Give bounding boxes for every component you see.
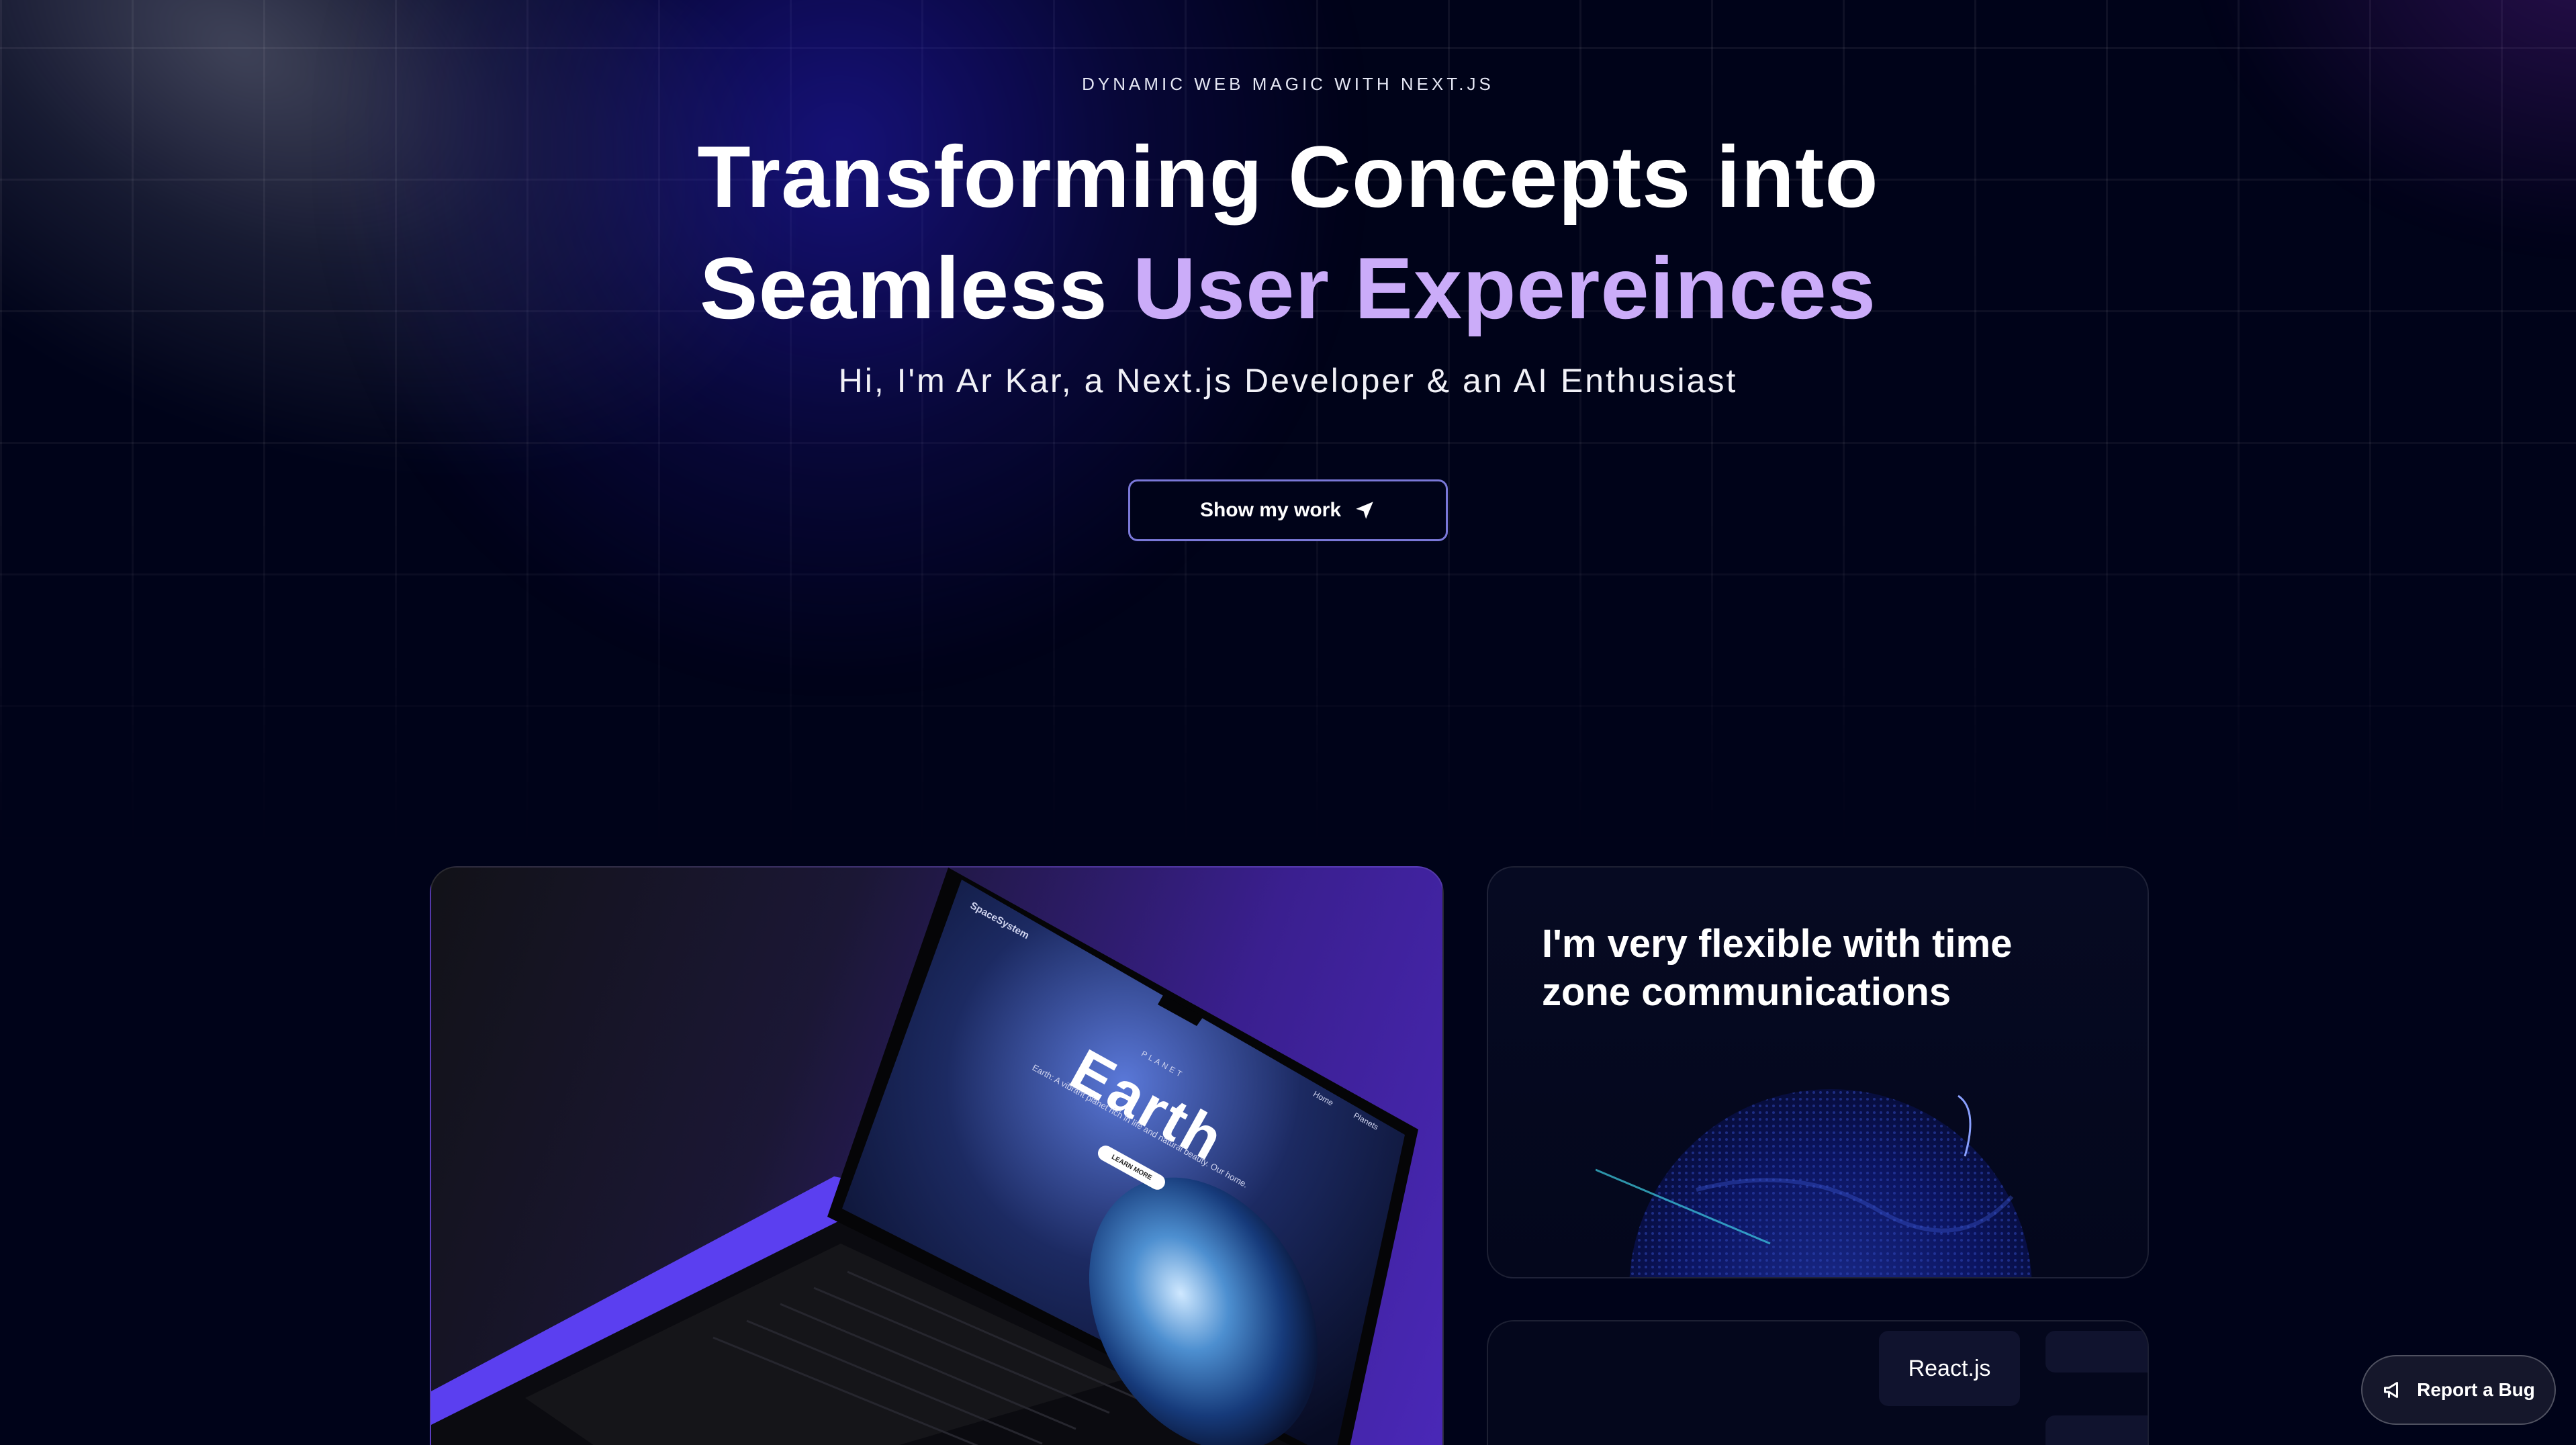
hero-eyebrow: DYNAMIC WEB MAGIC WITH NEXT.JS (1082, 74, 1494, 94)
cta-label: Show my work (1199, 499, 1342, 521)
megaphone-icon (2382, 1378, 2406, 1402)
project-laptop-card: SpaceSystem Home Planets PLANET Earth Ea… (430, 866, 1444, 1445)
timezone-title: I'm very flexible with time zone communi… (1542, 922, 2013, 1014)
tech-stack-card: React.js (1487, 1320, 2149, 1445)
page: DYNAMIC WEB MAGIC WITH NEXT.JS Transform… (0, 0, 2576, 1445)
report-bug-button[interactable]: Report a Bug (2361, 1355, 2556, 1425)
headline-line-1: Transforming Concepts into (697, 128, 1879, 226)
globe-icon (1596, 1089, 2032, 1277)
laptop-illustration (431, 868, 1418, 1445)
headline-plain-text: Seamless (699, 239, 1133, 337)
location-arrow-icon (1353, 499, 1376, 522)
timezone-card: I'm very flexible with time zone communi… (1487, 866, 2149, 1278)
show-my-work-button[interactable]: Show my work (1128, 479, 1448, 541)
tech-tag-react: React.js (1879, 1331, 2020, 1406)
tech-tag (2045, 1415, 2148, 1445)
hero-subtitle: Hi, I'm Ar Kar, a Next.js Developer & an… (838, 362, 1738, 400)
headline-accent-text: User Expereinces (1132, 239, 1877, 337)
headline-line-2: Seamless User Expereinces (0, 232, 2576, 344)
tech-tag (2045, 1331, 2148, 1372)
report-bug-label: Report a Bug (2417, 1379, 2535, 1400)
hero-headline: Transforming Concepts into Seamless User… (0, 121, 2576, 344)
